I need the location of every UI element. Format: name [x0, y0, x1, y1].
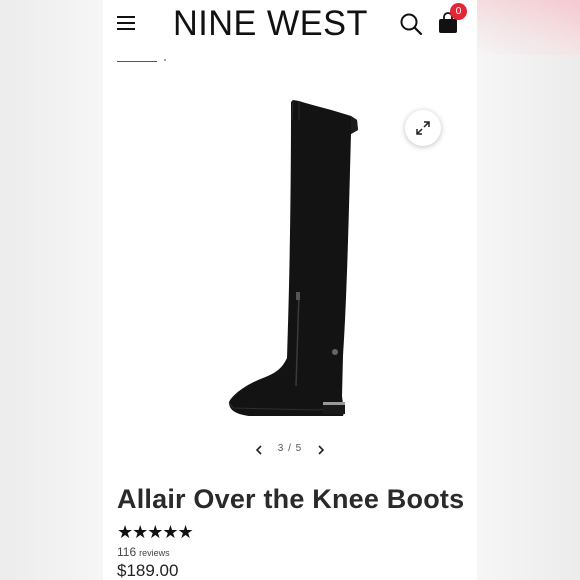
expand-icon [416, 121, 430, 135]
background-blur-left [0, 0, 103, 580]
review-label: reviews [139, 548, 170, 558]
product-price: $189.00 [117, 561, 179, 580]
reviews-link[interactable]: 116 reviews [117, 545, 170, 559]
site-header: NINE WEST 0 [103, 0, 477, 50]
total-image-number: 5 [295, 443, 303, 454]
breadcrumb-dot [164, 59, 166, 61]
brand-logo[interactable]: NINE WEST [173, 4, 374, 44]
cart-count-badge[interactable]: 0 [450, 3, 467, 20]
hamburger-menu-icon[interactable] [117, 16, 135, 30]
search-icon[interactable] [399, 12, 423, 36]
background-blur-accent [477, 0, 580, 55]
star-icons: ★★★★★ [117, 522, 194, 542]
background-blur-right [477, 0, 580, 580]
image-counter: 3 / 5 [267, 443, 313, 454]
product-image-boot[interactable] [225, 96, 365, 426]
expand-image-button[interactable] [405, 110, 441, 146]
chevron-right-icon[interactable] [315, 444, 327, 456]
star-rating[interactable]: ★★★★★ [117, 523, 199, 541]
review-count: 116 [117, 545, 137, 559]
image-pager: 3 / 5 [253, 442, 327, 458]
product-page: NINE WEST 0 3 / 5 Allair Over the Knee B… [103, 0, 477, 580]
breadcrumb-underline [117, 61, 157, 62]
current-image-number: 3 [277, 443, 285, 454]
chevron-left-icon[interactable] [253, 444, 265, 456]
product-title: Allair Over the Knee Boots [117, 484, 465, 514]
counter-separator: / [288, 443, 292, 454]
